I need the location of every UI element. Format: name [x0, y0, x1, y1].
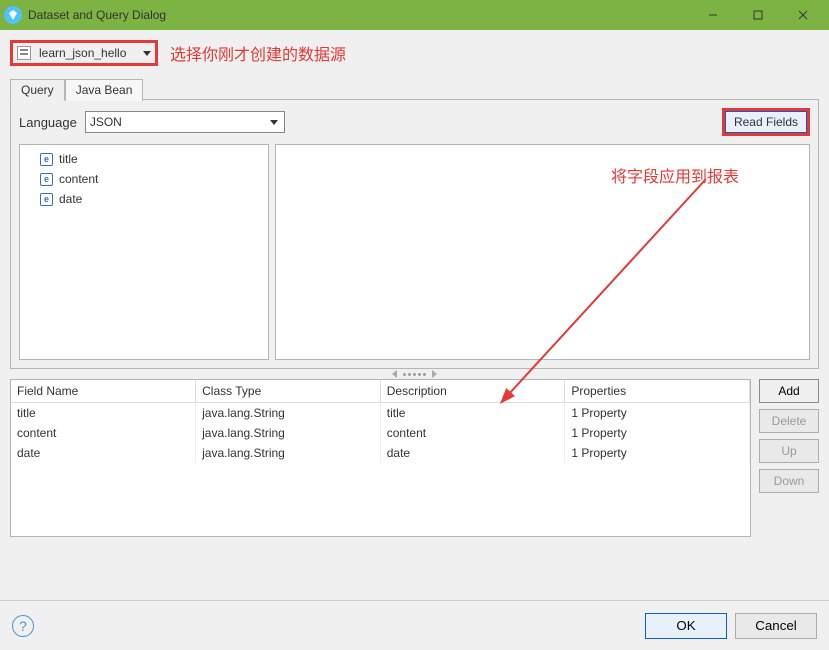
table-cell: date [11, 443, 196, 463]
table-row[interactable]: contentjava.lang.Stringcontent1 Property [11, 423, 750, 443]
grid-side-buttons: Add Delete Up Down [759, 379, 819, 537]
table-cell: content [380, 423, 565, 443]
table-cell: 1 Property [565, 403, 750, 424]
tab-headers: Query Java Bean [10, 79, 819, 101]
minimize-button[interactable] [690, 0, 735, 30]
chevron-down-icon [143, 51, 151, 56]
table-cell: title [11, 403, 196, 424]
table-cell: java.lang.String [196, 443, 381, 463]
fields-area: Field Name Class Type Description Proper… [10, 379, 819, 537]
cancel-button[interactable]: Cancel [735, 613, 817, 639]
window-title: Dataset and Query Dialog [28, 8, 690, 22]
table-cell: java.lang.String [196, 403, 381, 424]
col-description[interactable]: Description [380, 380, 565, 403]
table-cell: title [380, 403, 565, 424]
language-value: JSON [90, 115, 122, 129]
table-cell: java.lang.String [196, 423, 381, 443]
tree-item-date[interactable]: edate [28, 189, 260, 209]
element-icon: e [40, 193, 53, 206]
element-icon: e [40, 153, 53, 166]
footer: ? OK Cancel [0, 600, 829, 650]
read-fields-button[interactable]: Read Fields [725, 111, 807, 133]
datasource-annotation: 选择你刚才创建的数据源 [170, 41, 346, 65]
tab-java-bean[interactable]: Java Bean [65, 79, 144, 101]
element-icon: e [40, 173, 53, 186]
mid-panes: etitle econtent edate 将字段应用到报表 [19, 144, 810, 360]
close-button[interactable] [780, 0, 825, 30]
table-row[interactable]: datejava.lang.Stringdate1 Property [11, 443, 750, 463]
datasource-row: learn_json_hello 选择你刚才创建的数据源 [10, 40, 819, 66]
delete-button[interactable]: Delete [759, 409, 819, 433]
tree-item-content[interactable]: e content [28, 169, 260, 189]
maximize-button[interactable] [735, 0, 780, 30]
table-row[interactable]: titlejava.lang.Stringtitle1 Property [11, 403, 750, 424]
add-button[interactable]: Add [759, 379, 819, 403]
up-button[interactable]: Up [759, 439, 819, 463]
tab-query[interactable]: Query [10, 79, 65, 101]
query-pane[interactable]: 将字段应用到报表 [275, 144, 810, 360]
read-fields-wrap: Read Fields [722, 108, 810, 136]
read-fields-annotation: 将字段应用到报表 [611, 163, 739, 187]
table-cell: 1 Property [565, 443, 750, 463]
table-cell: content [11, 423, 196, 443]
help-icon[interactable]: ? [12, 615, 34, 637]
datasource-icon [17, 46, 31, 60]
window-controls [690, 0, 825, 30]
tree-item-label: title [59, 152, 78, 166]
table-cell: 1 Property [565, 423, 750, 443]
col-class-type[interactable]: Class Type [196, 380, 381, 403]
tree-pane[interactable]: etitle econtent edate [19, 144, 269, 360]
language-select[interactable]: JSON [85, 111, 285, 133]
app-icon [4, 6, 22, 24]
fields-grid[interactable]: Field Name Class Type Description Proper… [10, 379, 751, 537]
datasource-selected: learn_json_hello [39, 46, 143, 60]
col-properties[interactable]: Properties [565, 380, 750, 403]
titlebar: Dataset and Query Dialog [0, 0, 829, 30]
datasource-dropdown[interactable]: learn_json_hello [10, 40, 158, 66]
table-cell: date [380, 443, 565, 463]
language-label: Language [19, 115, 77, 130]
down-button[interactable]: Down [759, 469, 819, 493]
tab-body: Language JSON Read Fields etitle econten… [10, 99, 819, 369]
splitter[interactable] [10, 369, 819, 379]
language-row: Language JSON Read Fields [19, 108, 810, 136]
tabset: Query Java Bean Language JSON Read Field… [10, 78, 819, 369]
grid-header-row: Field Name Class Type Description Proper… [11, 380, 750, 403]
col-field-name[interactable]: Field Name [11, 380, 196, 403]
ok-button[interactable]: OK [645, 613, 727, 639]
tree-item-label: content [59, 172, 98, 186]
dialog-body: learn_json_hello 选择你刚才创建的数据源 Query Java … [0, 30, 829, 600]
tree-item-title[interactable]: etitle [28, 149, 260, 169]
tree-item-label: date [59, 192, 82, 206]
